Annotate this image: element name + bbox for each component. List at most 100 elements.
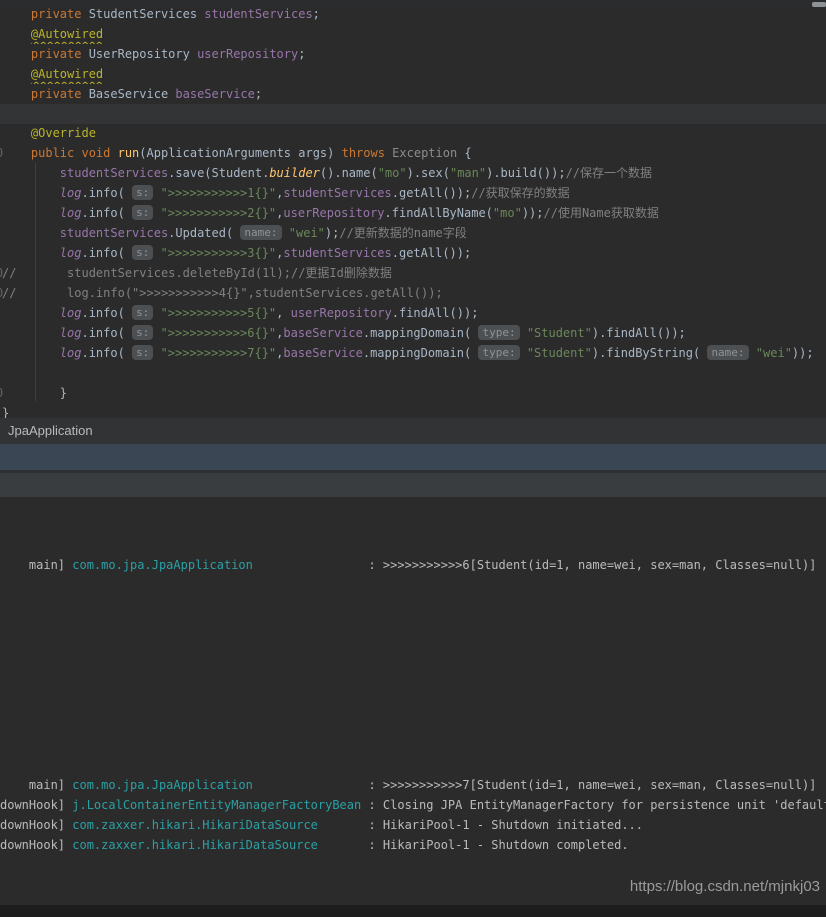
param-hint-chip: type: bbox=[478, 345, 520, 360]
code-token: Exception bbox=[392, 146, 465, 160]
code-line[interactable]: log.info( s: ">>>>>>>>>>>2{}",userReposi… bbox=[0, 203, 826, 223]
code-token: // studentServices.deleteById(1l);//更据Id… bbox=[2, 266, 392, 280]
toolbar-band bbox=[0, 473, 826, 497]
code-token: )); bbox=[521, 206, 544, 220]
code-token: ">>>>>>>>>>>2{}" bbox=[160, 206, 277, 220]
code-token: , bbox=[276, 306, 291, 320]
code-line[interactable]: 0 } bbox=[0, 383, 826, 403]
code-token: BaseService bbox=[88, 87, 176, 101]
code-block-run-method[interactable]: @Override 0 public void run(ApplicationAr… bbox=[0, 123, 826, 423]
code-token: log bbox=[59, 206, 82, 220]
console-pane[interactable]: main] com.mo.jpa.JpaApplication : >>>>>>… bbox=[0, 497, 826, 917]
console-output-lower: main] com.mo.jpa.JpaApplication : >>>>>>… bbox=[0, 775, 826, 855]
code-line[interactable]: @Override bbox=[0, 123, 826, 143]
code-token: userRepository bbox=[197, 47, 299, 61]
code-token: "Student" bbox=[526, 326, 592, 340]
code-token: .getAll()); bbox=[391, 186, 472, 200]
code-token: userRepository bbox=[290, 306, 392, 320]
code-token: private bbox=[30, 87, 89, 101]
log-logger-name: com.mo.jpa.JpaApplication bbox=[72, 558, 253, 572]
code-token: log bbox=[59, 246, 82, 260]
code-line[interactable]: @Autowired bbox=[0, 64, 826, 84]
watermark: https://blog.csdn.net/mjnkj03 bbox=[629, 878, 820, 895]
code-token: ; bbox=[312, 7, 320, 21]
code-token: ">>>>>>>>>>>5{}" bbox=[160, 306, 277, 320]
code-token: ; bbox=[298, 47, 306, 61]
code-token: @Override bbox=[30, 126, 96, 140]
code-token: StudentServices bbox=[88, 7, 205, 21]
code-token: ).findAll()); bbox=[591, 326, 686, 340]
code-line[interactable]: private StudentServices studentServices; bbox=[0, 4, 826, 24]
param-hint-chip: s: bbox=[132, 205, 154, 220]
code-line[interactable]: 0// studentServices.deleteById(1l);//更据I… bbox=[0, 263, 826, 283]
code-token: studentServices bbox=[59, 226, 169, 240]
code-token: log bbox=[59, 306, 82, 320]
code-line[interactable]: studentServices.save(Student.builder().n… bbox=[0, 163, 826, 183]
gutter-fragment: 0 bbox=[0, 283, 3, 303]
selected-console-row[interactable] bbox=[0, 444, 826, 470]
code-line[interactable]: log.info( s: ">>>>>>>>>>>1{}",studentSer… bbox=[0, 183, 826, 203]
code-editor[interactable]: private StudentServices studentServices;… bbox=[0, 7, 826, 420]
code-token: studentServices bbox=[59, 166, 169, 180]
console-line: main] com.mo.jpa.JpaApplication : >>>>>>… bbox=[0, 775, 826, 795]
code-token: )); bbox=[791, 346, 814, 360]
code-line[interactable]: studentServices.Updated( name: "wei");//… bbox=[0, 223, 826, 243]
run-tab-label[interactable]: JpaApplication bbox=[8, 423, 93, 438]
code-token: .getAll()); bbox=[391, 246, 472, 260]
code-token: .save(Student. bbox=[168, 166, 270, 180]
code-token: { bbox=[464, 146, 472, 160]
log-thread-prefix: main] bbox=[0, 558, 73, 572]
log-message: : HikariPool-1 - Shutdown initiated... bbox=[317, 818, 643, 832]
indent-guide bbox=[35, 163, 36, 401]
code-line[interactable]: private UserRepository userRepository; bbox=[0, 44, 826, 64]
code-token: .findAllByName( bbox=[384, 206, 493, 220]
param-hint-chip: name: bbox=[707, 345, 749, 360]
code-line[interactable]: 0// log.info(">>>>>>>>>>>4{}",studentSer… bbox=[0, 283, 826, 303]
code-token: "Student" bbox=[526, 346, 592, 360]
code-token: log bbox=[59, 346, 82, 360]
code-token: ">>>>>>>>>>>7{}" bbox=[160, 346, 277, 360]
code-line[interactable] bbox=[0, 363, 826, 383]
code-token: .info( bbox=[81, 306, 133, 320]
param-hint-chip: s: bbox=[132, 185, 154, 200]
console-line: downHook] com.zaxxer.hikari.HikariDataSo… bbox=[0, 815, 826, 835]
code-line[interactable]: log.info( s: ">>>>>>>>>>>5{}", userRepos… bbox=[0, 303, 826, 323]
code-line[interactable]: log.info( s: ">>>>>>>>>>>7{}",baseServic… bbox=[0, 343, 826, 363]
code-token: .mappingDomain( bbox=[362, 326, 479, 340]
code-token: //使用Name获取数据 bbox=[543, 206, 659, 220]
code-line[interactable]: 0 public void run(ApplicationArguments a… bbox=[0, 143, 826, 163]
code-token: ">>>>>>>>>>>3{}" bbox=[160, 246, 277, 260]
code-token: .info( bbox=[81, 346, 133, 360]
param-hint-chip: type: bbox=[478, 325, 520, 340]
code-token: //获取保存的数据 bbox=[471, 186, 570, 200]
code-token: log bbox=[59, 326, 82, 340]
log-thread-prefix: downHook] bbox=[0, 838, 73, 852]
console-output-upper: main] com.mo.jpa.JpaApplication : >>>>>>… bbox=[0, 555, 826, 575]
code-token: ).build()); bbox=[486, 166, 566, 180]
code-token: "man" bbox=[449, 166, 487, 180]
code-line[interactable]: private BaseService baseService; bbox=[0, 84, 826, 104]
code-line[interactable]: log.info( s: ">>>>>>>>>>>3{}",studentSer… bbox=[0, 243, 826, 263]
code-line[interactable]: log.info( s: ">>>>>>>>>>>6{}",baseServic… bbox=[0, 323, 826, 343]
log-thread-prefix: downHook] bbox=[0, 798, 73, 812]
log-logger-name: com.zaxxer.hikari.HikariDataSource bbox=[72, 818, 318, 832]
code-token: baseService bbox=[175, 87, 255, 101]
code-block-fields[interactable]: private StudentServices studentServices;… bbox=[0, 4, 826, 104]
gutter-fragment: 0 bbox=[0, 383, 3, 403]
log-message: : >>>>>>>>>>>7[Student(id=1, name=wei, s… bbox=[252, 778, 817, 792]
code-token: ); bbox=[324, 226, 340, 240]
code-token: baseService bbox=[283, 346, 363, 360]
code-line[interactable]: @Autowired bbox=[0, 24, 826, 44]
log-message: : HikariPool-1 - Shutdown completed. bbox=[317, 838, 629, 852]
code-token: UserRepository bbox=[88, 47, 198, 61]
code-token: "mo" bbox=[377, 166, 407, 180]
